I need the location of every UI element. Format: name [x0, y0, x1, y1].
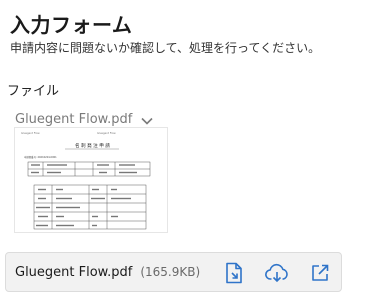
preview-table-bottom-cells — [36, 188, 131, 227]
file-select-dropdown[interactable]: Gluegent Flow.pdf — [15, 110, 153, 129]
preview-table-bottom — [33, 184, 147, 230]
form-title: 入力フォーム — [10, 13, 133, 37]
file-field-label: ファイル — [7, 84, 60, 99]
form-description: 申請内容に問題ないか確認して、処理を行ってください。 — [10, 41, 321, 55]
preview-table-top-cells — [31, 164, 137, 174]
preview-header-left: Gluegent Flow — [21, 131, 40, 135]
pdf-preview-thumbnail[interactable]: Gluegent Flow Gluegent Flow 名 刺 発 注 申 請 … — [15, 128, 167, 232]
preview-document-title: 名 刺 発 注 申 請 — [75, 142, 110, 149]
file-download-icon[interactable] — [222, 261, 246, 285]
attachment-actions — [222, 261, 332, 285]
preview-subheading: 申請書番号: 20210224-0001 — [24, 155, 57, 159]
file-select-name: Gluegent Flow.pdf — [15, 112, 133, 127]
open-external-icon[interactable] — [308, 261, 332, 285]
cloud-download-icon[interactable] — [265, 261, 289, 285]
preview-header-right: Gluegent Flow — [97, 131, 116, 135]
attachment-file-size: (165.9KB) — [140, 265, 201, 279]
chevron-down-icon — [141, 110, 153, 129]
attachment-bar: Gluegent Flow.pdf (165.9KB) — [5, 252, 342, 292]
preview-table-top — [27, 161, 151, 177]
attachment-file-name: Gluegent Flow.pdf — [15, 264, 133, 280]
